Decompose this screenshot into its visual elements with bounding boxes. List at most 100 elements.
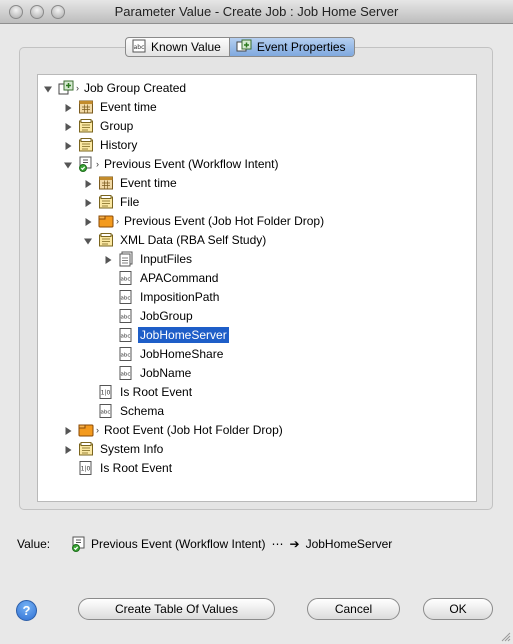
disclosure-expanded-icon[interactable]: [43, 83, 53, 93]
tree-row[interactable]: › Root Event (Job Hot Folder Drop): [63, 420, 285, 439]
tree-row-label: JobName: [140, 365, 192, 380]
parameter-value-dialog: Parameter Value - Create Job : Job Home …: [0, 0, 513, 644]
disclosure-collapsed-icon[interactable]: [63, 121, 73, 131]
value-label: Value:: [17, 537, 51, 551]
tree-row-label: Event time: [120, 175, 177, 190]
tree-row-label: InputFiles: [140, 251, 193, 266]
abc-icon: abc: [118, 270, 134, 286]
value-path-end: JobHomeServer: [305, 537, 393, 551]
chevron-right-icon: ›: [96, 158, 99, 169]
arrow-right-icon: ➔: [289, 537, 300, 551]
tree-row[interactable]: abc JobGroup: [103, 306, 195, 325]
ok-button[interactable]: OK: [423, 598, 493, 620]
calendar-icon: [78, 99, 94, 115]
svg-text:abc: abc: [134, 44, 145, 51]
tree-row-label: History: [100, 137, 138, 152]
event-group-icon: [58, 80, 74, 96]
tab-event-properties[interactable]: Event Properties: [228, 38, 354, 56]
abc-icon: abc: [132, 39, 146, 56]
tree-row[interactable]: abc JobName: [103, 363, 193, 382]
abc-icon: abc: [118, 365, 134, 381]
tree-row-label: Event time: [100, 99, 157, 114]
disclosure-expanded-icon[interactable]: [83, 235, 93, 245]
disclosure-collapsed-icon[interactable]: [103, 254, 113, 264]
tree-row-label: Group: [100, 118, 134, 133]
svg-text:abc: abc: [121, 295, 131, 301]
tree-row[interactable]: abc APACommand: [103, 268, 220, 287]
tree-row[interactable]: › Previous Event (Job Hot Folder Drop): [83, 211, 326, 230]
tree-row-label: Is Root Event: [100, 460, 173, 475]
tree-row-label: Job Group Created: [84, 80, 187, 95]
xml-data-icon: [98, 232, 114, 248]
svg-text:abc: abc: [121, 276, 131, 282]
hot-folder-icon: [98, 213, 114, 229]
value-source-tabs: abc Known Value Event Properties: [125, 37, 355, 57]
svg-text:abc: abc: [121, 333, 131, 339]
help-button[interactable]: ?: [16, 600, 37, 621]
tree-row-label: Previous Event (Workflow Intent): [104, 156, 279, 171]
tree-row-label: JobHomeShare: [140, 346, 224, 361]
tree-row-label: APACommand: [140, 270, 219, 285]
ellipsis-icon: ⋯: [271, 537, 284, 551]
disclosure-collapsed-icon[interactable]: [63, 140, 73, 150]
boolean-icon: 1|0: [98, 384, 114, 400]
create-table-of-values-button[interactable]: Create Table Of Values: [78, 598, 275, 620]
workflow-intent-icon: [78, 156, 94, 172]
tree-row[interactable]: History: [63, 135, 139, 154]
tree-row[interactable]: System Info: [63, 439, 165, 458]
tree-row-label: XML Data (RBA Self Study): [120, 232, 267, 247]
tab-known-value-label: Known Value: [151, 40, 221, 54]
tree-row[interactable]: InputFiles: [103, 249, 194, 268]
window-title: Parameter Value - Create Job : Job Home …: [114, 4, 399, 19]
tree-row[interactable]: Event time: [63, 97, 159, 116]
disclosure-collapsed-icon[interactable]: [63, 444, 73, 454]
tree-row[interactable]: abc JobHomeServer: [103, 325, 229, 344]
disclosure-collapsed-icon[interactable]: [83, 178, 93, 188]
disclosure-collapsed-icon[interactable]: [63, 102, 73, 112]
event-properties-tree[interactable]: › Job Group Created Event time Group History…: [37, 74, 477, 502]
abc-icon: abc: [98, 403, 114, 419]
tree-row[interactable]: XML Data (RBA Self Study): [83, 230, 268, 249]
tree-row[interactable]: abc ImpositionPath: [103, 287, 221, 306]
tree-row[interactable]: abc Schema: [83, 401, 166, 420]
svg-text:abc: abc: [101, 409, 111, 415]
tree-row-label: File: [120, 194, 140, 209]
cancel-button[interactable]: Cancel: [307, 598, 400, 620]
disclosure-expanded-icon[interactable]: [63, 159, 73, 169]
tree-row-label: ImpositionPath: [140, 289, 220, 304]
tree-row-label: Previous Event (Job Hot Folder Drop): [124, 213, 325, 228]
tree-row[interactable]: Group: [63, 116, 135, 135]
value-path: Value: Previous Event (Workflow Intent) …: [17, 535, 497, 553]
disclosure-collapsed-icon[interactable]: [63, 425, 73, 435]
resize-grip-icon[interactable]: [501, 632, 511, 642]
tree-row[interactable]: File: [83, 192, 141, 211]
tree-row[interactable]: Event time: [83, 173, 179, 192]
list-icon: [118, 251, 134, 267]
svg-text:abc: abc: [121, 314, 131, 320]
calendar-icon: [98, 175, 114, 191]
hot-folder-icon: [78, 422, 94, 438]
svg-text:1|0: 1|0: [101, 389, 111, 396]
tree-row-label: Is Root Event: [120, 384, 193, 399]
tree-row[interactable]: › Job Group Created: [43, 78, 188, 97]
tree-row-label: JobHomeServer: [138, 326, 229, 343]
tree-row[interactable]: 1|0 Is Root Event: [63, 458, 174, 477]
tree-row-label: Root Event (Job Hot Folder Drop): [104, 422, 283, 437]
tree-row[interactable]: 1|0 Is Root Event: [83, 382, 194, 401]
disclosure-collapsed-icon[interactable]: [83, 197, 93, 207]
abc-icon: abc: [118, 327, 134, 343]
tree-row[interactable]: abc JobHomeShare: [103, 344, 225, 363]
svg-text:abc: abc: [121, 352, 131, 358]
abc-icon: abc: [118, 308, 134, 324]
tab-event-properties-label: Event Properties: [256, 40, 346, 54]
chevron-right-icon: ›: [76, 82, 79, 93]
svg-text:1|0: 1|0: [81, 465, 91, 472]
abc-icon: abc: [118, 289, 134, 305]
tree-row-label: JobGroup: [140, 308, 193, 323]
tab-known-value[interactable]: abc Known Value: [126, 38, 229, 56]
tree-row-label: System Info: [100, 441, 164, 456]
title-bar: Parameter Value - Create Job : Job Home …: [0, 0, 513, 24]
tree-row[interactable]: › Previous Event (Workflow Intent): [63, 154, 281, 173]
tree-row-label: Schema: [120, 403, 165, 418]
disclosure-collapsed-icon[interactable]: [83, 216, 93, 226]
